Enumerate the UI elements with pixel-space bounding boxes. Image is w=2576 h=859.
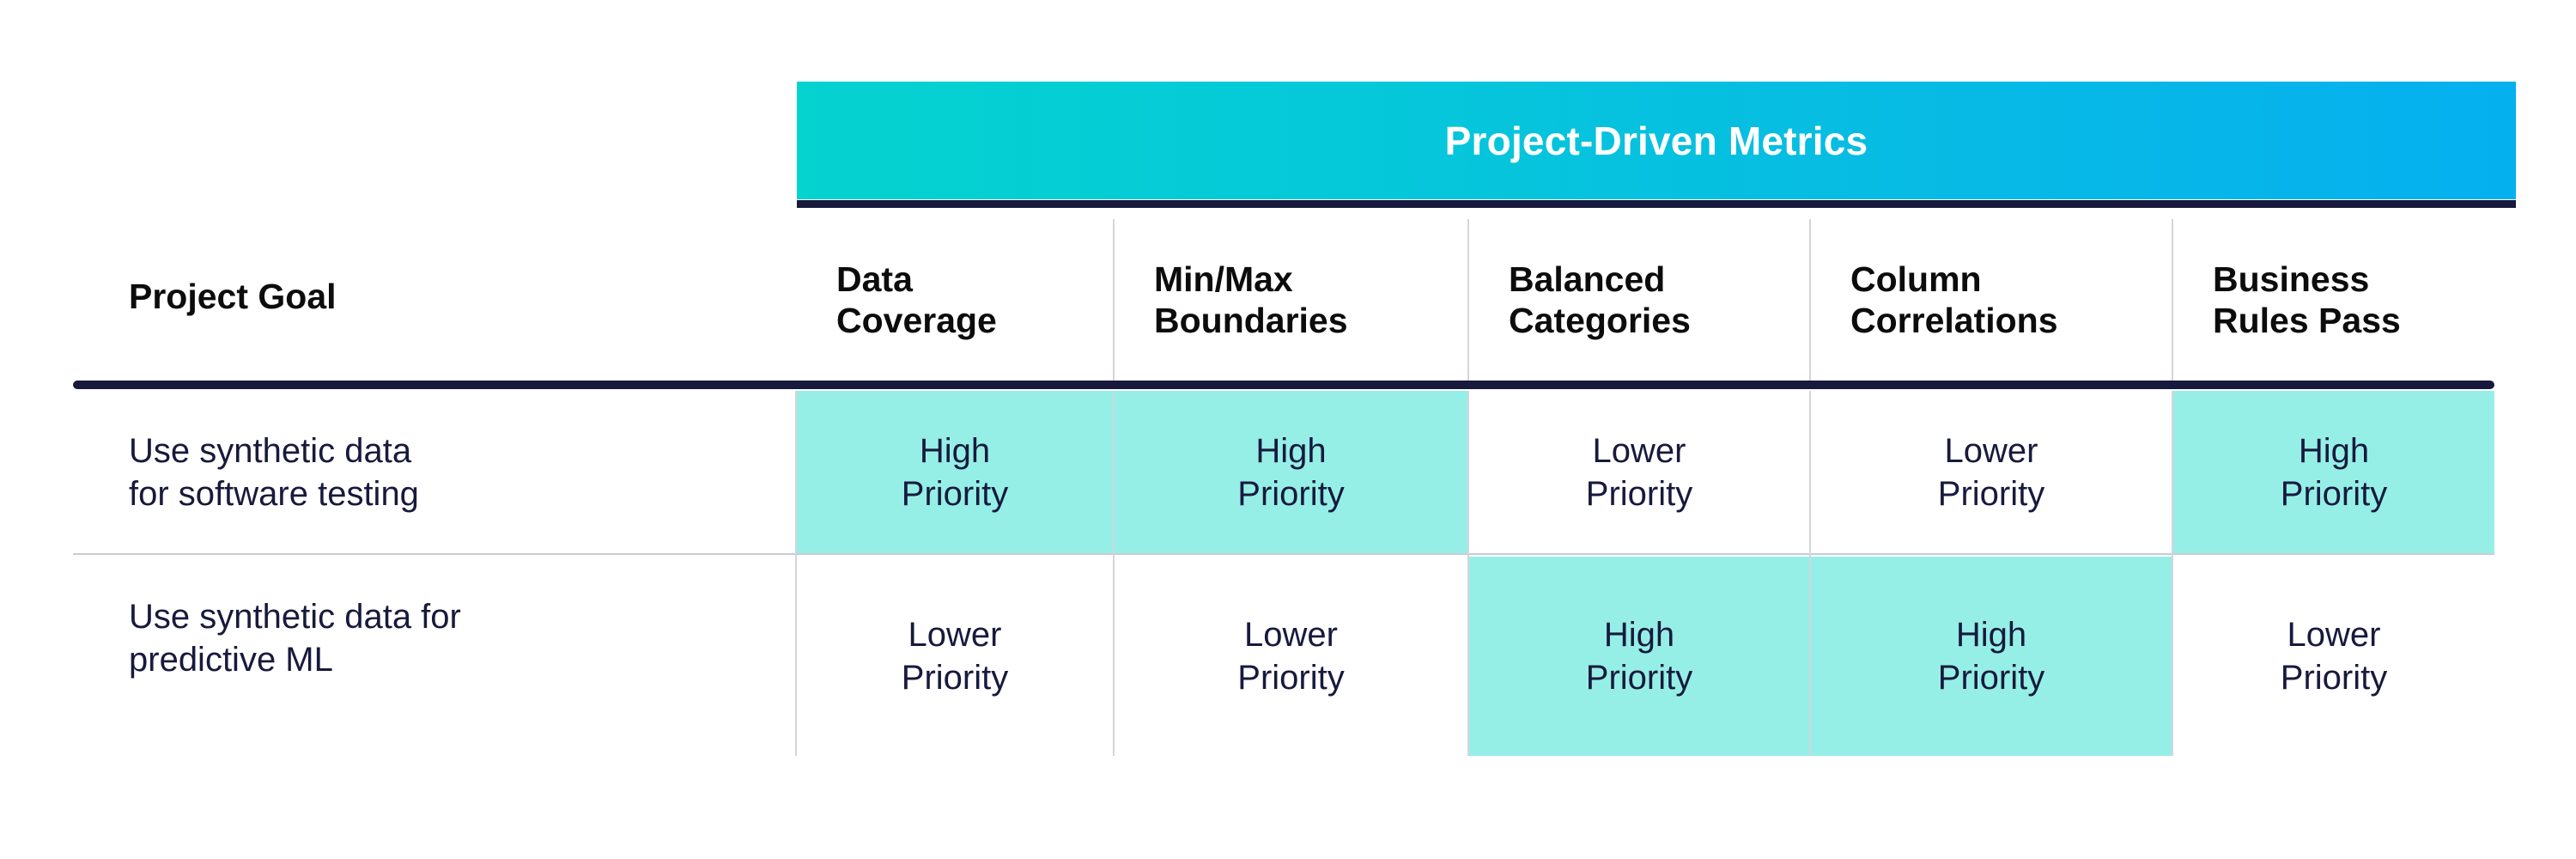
metric-header-data-coverage: Data Coverage xyxy=(797,219,1113,381)
metric-header-line-1: Min/Max xyxy=(1154,259,1293,299)
cell-r0-data-coverage: High Priority xyxy=(797,391,1113,553)
metric-header-line-2: Boundaries xyxy=(1154,301,1348,340)
cell-line-2: Priority xyxy=(1237,659,1345,697)
cell-r0-min-max-boundaries: High Priority xyxy=(1115,391,1467,553)
cell-line-1: High xyxy=(1603,616,1675,654)
cell-line-1: Lower xyxy=(908,616,1002,654)
metric-header-line-1: Data xyxy=(836,259,913,299)
cell-r1-data-coverage: Lower Priority xyxy=(797,557,1113,756)
metric-header-line-2: Correlations xyxy=(1850,301,2058,340)
goal-column-header-label: Project Goal xyxy=(129,276,337,316)
cell-line-2: Priority xyxy=(1937,659,2045,697)
metric-header-line-1: Column xyxy=(1850,259,1982,299)
cell-line-2: Priority xyxy=(2280,659,2388,697)
metric-header-line-2: Rules Pass xyxy=(2213,301,2401,340)
cell-line-1: High xyxy=(2298,431,2370,470)
cell-line-1: Lower xyxy=(1592,431,1686,470)
metric-header-column-correlations: Column Correlations xyxy=(1811,219,2172,381)
goal-line-1: Use synthetic data for xyxy=(129,598,461,636)
cell-line-2: Priority xyxy=(901,474,1009,513)
cell-line-1: High xyxy=(919,431,991,470)
header-divider-rule xyxy=(73,381,2494,389)
project-driven-metrics-banner: Project-Driven Metrics xyxy=(797,82,2516,199)
metric-header-line-1: Balanced xyxy=(1509,259,1666,299)
cell-r1-business-rules-pass: Lower Priority xyxy=(2173,557,2494,756)
cell-r0-column-correlations: Lower Priority xyxy=(1811,391,2172,553)
metric-header-line-2: Categories xyxy=(1509,301,1691,340)
cell-line-1: Lower xyxy=(1944,431,2038,470)
cell-r1-column-correlations: High Priority xyxy=(1811,557,2172,756)
table-row-goal-0: Use synthetic data for software testing xyxy=(129,391,764,553)
goal-column-header: Project Goal xyxy=(129,258,730,335)
cell-r1-min-max-boundaries: Lower Priority xyxy=(1115,557,1467,756)
goal-line-2: for software testing xyxy=(129,474,419,513)
metric-header-min-max-boundaries: Min/Max Boundaries xyxy=(1115,219,1467,381)
cell-line-2: Priority xyxy=(1585,474,1693,513)
metric-header-line-2: Coverage xyxy=(836,301,997,340)
metric-header-line-1: Business xyxy=(2213,259,2370,299)
goal-line-2: predictive ML xyxy=(129,641,333,679)
table-row-goal-1: Use synthetic data for predictive ML xyxy=(129,557,764,720)
cell-line-1: High xyxy=(1955,616,2027,654)
cell-line-2: Priority xyxy=(1237,474,1345,513)
cell-line-1: High xyxy=(1255,431,1327,470)
cell-r0-business-rules-pass: High Priority xyxy=(2173,391,2494,553)
cell-line-2: Priority xyxy=(2280,474,2388,513)
cell-line-2: Priority xyxy=(901,659,1009,697)
cell-r1-balanced-categories: High Priority xyxy=(1469,557,1809,756)
cell-line-1: Lower xyxy=(2287,616,2381,654)
metric-header-business-rules-pass: Business Rules Pass xyxy=(2173,219,2517,381)
metric-header-balanced-categories: Balanced Categories xyxy=(1469,219,1809,381)
goal-line-1: Use synthetic data xyxy=(129,431,412,470)
metrics-comparison-table: Project-Driven Metrics Project Goal Data… xyxy=(0,0,2576,859)
cell-line-1: Lower xyxy=(1244,616,1338,654)
banner-title: Project-Driven Metrics xyxy=(1444,118,1868,163)
banner-bottom-rule xyxy=(797,200,2516,208)
cell-r0-balanced-categories: Lower Priority xyxy=(1469,391,1809,553)
cell-line-2: Priority xyxy=(1585,659,1693,697)
cell-line-2: Priority xyxy=(1937,474,2045,513)
row-separator xyxy=(73,553,2494,555)
